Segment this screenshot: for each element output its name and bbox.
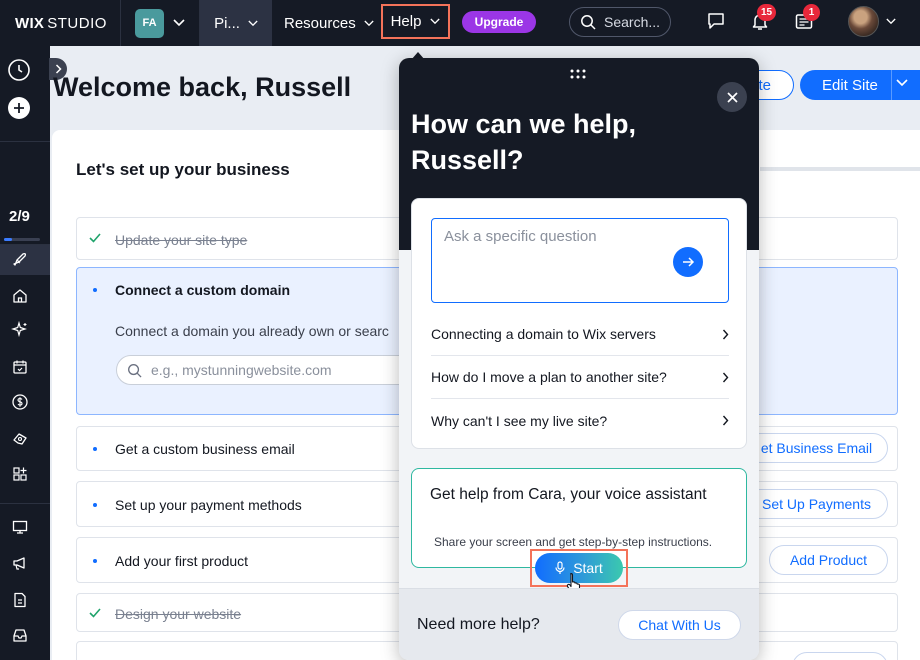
megaphone-icon[interactable] <box>11 554 29 572</box>
bullet-dot <box>93 447 97 451</box>
top-bar: WIX STUDIO FA Pi... Resources <box>0 0 920 46</box>
upgrade-button[interactable]: Upgrade <box>462 11 536 33</box>
monitor-icon[interactable] <box>11 518 29 536</box>
task-label: Connect a custom domain <box>115 282 291 298</box>
set-up-payments-button[interactable]: Set Up Payments <box>745 489 888 519</box>
apps-icon[interactable] <box>11 465 29 483</box>
voice-assistant-title: Get help from Cara, your voice assistant <box>430 486 707 503</box>
add-product-button[interactable]: Add Product <box>769 545 888 575</box>
palette-icon[interactable] <box>11 430 29 448</box>
setup-progress-fill <box>4 238 12 241</box>
need-more-help-text: Need more help? <box>417 616 540 633</box>
search-icon <box>128 363 142 378</box>
help-panel-footer: Need more help? Chat With Us <box>399 588 759 660</box>
edit-site-button[interactable]: Edit Site <box>800 70 920 100</box>
task-label: Get a custom business email <box>115 441 295 457</box>
brand-thin-text: STUDIO <box>47 14 107 32</box>
sidebar-divider <box>0 503 50 504</box>
site-switcher[interactable]: FA <box>121 0 200 46</box>
check-icon <box>89 233 101 243</box>
task-description: Connect a domain you already own or sear… <box>115 323 389 339</box>
close-button[interactable] <box>717 82 747 112</box>
chevron-right-icon <box>722 329 729 339</box>
button-separator <box>891 70 892 100</box>
chevron-right-icon <box>722 372 729 382</box>
microphone-icon <box>555 561 565 574</box>
calendar-icon[interactable] <box>11 358 29 376</box>
rocket-icon[interactable] <box>11 251 29 269</box>
updates-badge: 1 <box>803 4 820 21</box>
left-sidebar: 2/9 <box>0 46 50 660</box>
search-box[interactable]: Search... <box>569 7 671 37</box>
user-avatar[interactable] <box>848 6 879 37</box>
faq-item[interactable]: How do I move a plan to another site? <box>431 356 729 399</box>
brand-bold-text: WIX <box>15 14 45 32</box>
drag-handle-icon[interactable] <box>570 69 586 79</box>
site-menu-label: Pi... <box>214 14 240 32</box>
search-placeholder: Search... <box>604 14 661 30</box>
faq-label: Why can't I see my live site? <box>431 412 608 429</box>
notifications-badge: 15 <box>757 4 777 21</box>
help-panel: How can we help, Russell? Ask a specific… <box>399 58 759 660</box>
sparkle-icon[interactable] <box>11 321 29 339</box>
dollar-icon[interactable] <box>11 393 29 411</box>
edit-site-label: Edit Site <box>822 76 878 94</box>
add-icon[interactable] <box>7 96 31 120</box>
home-icon[interactable] <box>11 287 29 305</box>
task-label: Set up your payment methods <box>115 497 302 513</box>
site-menu[interactable]: Pi... <box>200 0 272 46</box>
task-label: Add your first product <box>115 553 249 569</box>
help-menu[interactable]: Help <box>381 4 450 39</box>
send-button[interactable] <box>673 247 703 277</box>
faq-label: Connecting a domain to Wix servers <box>431 326 656 342</box>
history-icon[interactable] <box>7 58 31 82</box>
chevron-down-icon <box>430 18 441 25</box>
chat-with-us-button[interactable]: Chat With Us <box>618 610 741 640</box>
get-business-email-button[interactable]: et Business Email <box>745 433 888 463</box>
document-icon[interactable] <box>11 591 29 609</box>
task-label: Update your site type <box>115 232 248 248</box>
wix-studio-logo[interactable]: WIX STUDIO <box>0 0 121 46</box>
setup-progress-text: 2/9 <box>9 208 30 225</box>
chevron-down-icon[interactable] <box>896 79 908 87</box>
bullet-dot <box>93 503 97 507</box>
chevron-down-icon <box>248 20 258 26</box>
chevron-down-icon <box>364 20 374 26</box>
setup-progress-bar <box>4 238 40 241</box>
task-action-button[interactable] <box>792 652 888 660</box>
check-icon <box>89 608 101 618</box>
site-avatar: FA <box>135 8 164 38</box>
bullet-dot <box>93 559 97 563</box>
chevron-down-icon[interactable] <box>886 18 896 25</box>
domain-input-placeholder: e.g., mystunningwebsite.com <box>151 362 332 378</box>
help-panel-title: How can we help, Russell? <box>411 109 637 175</box>
chevron-down-icon <box>173 19 185 27</box>
faq-label: How do I move a plan to another site? <box>431 369 667 385</box>
resources-menu[interactable]: Resources <box>272 0 386 46</box>
close-icon <box>726 91 738 103</box>
faq-item[interactable]: Connecting a domain to Wix servers <box>431 313 729 356</box>
ask-question-card: Ask a specific question Connecting a dom… <box>411 198 747 449</box>
welcome-heading: Welcome back, Russell <box>53 72 352 102</box>
domain-search-input[interactable]: e.g., mystunningwebsite.com <box>116 355 416 385</box>
setup-title: Let's set up your business <box>76 160 290 179</box>
faq-item[interactable]: Why can't I see my live site? <box>431 399 729 442</box>
sidebar-divider <box>0 141 50 142</box>
chat-icon[interactable] <box>706 11 726 31</box>
arrow-right-icon <box>682 257 694 267</box>
inbox-icon[interactable] <box>11 626 29 644</box>
task-label: Design your website <box>115 606 242 622</box>
help-label: Help <box>390 13 422 30</box>
voice-assistant-subtitle: Share your screen and get step-by-step i… <box>434 535 713 549</box>
bullet-dot <box>93 288 97 292</box>
setup-card-progress <box>760 167 920 171</box>
search-icon <box>581 15 596 30</box>
resources-label: Resources <box>284 14 356 32</box>
chevron-right-icon <box>722 415 729 426</box>
